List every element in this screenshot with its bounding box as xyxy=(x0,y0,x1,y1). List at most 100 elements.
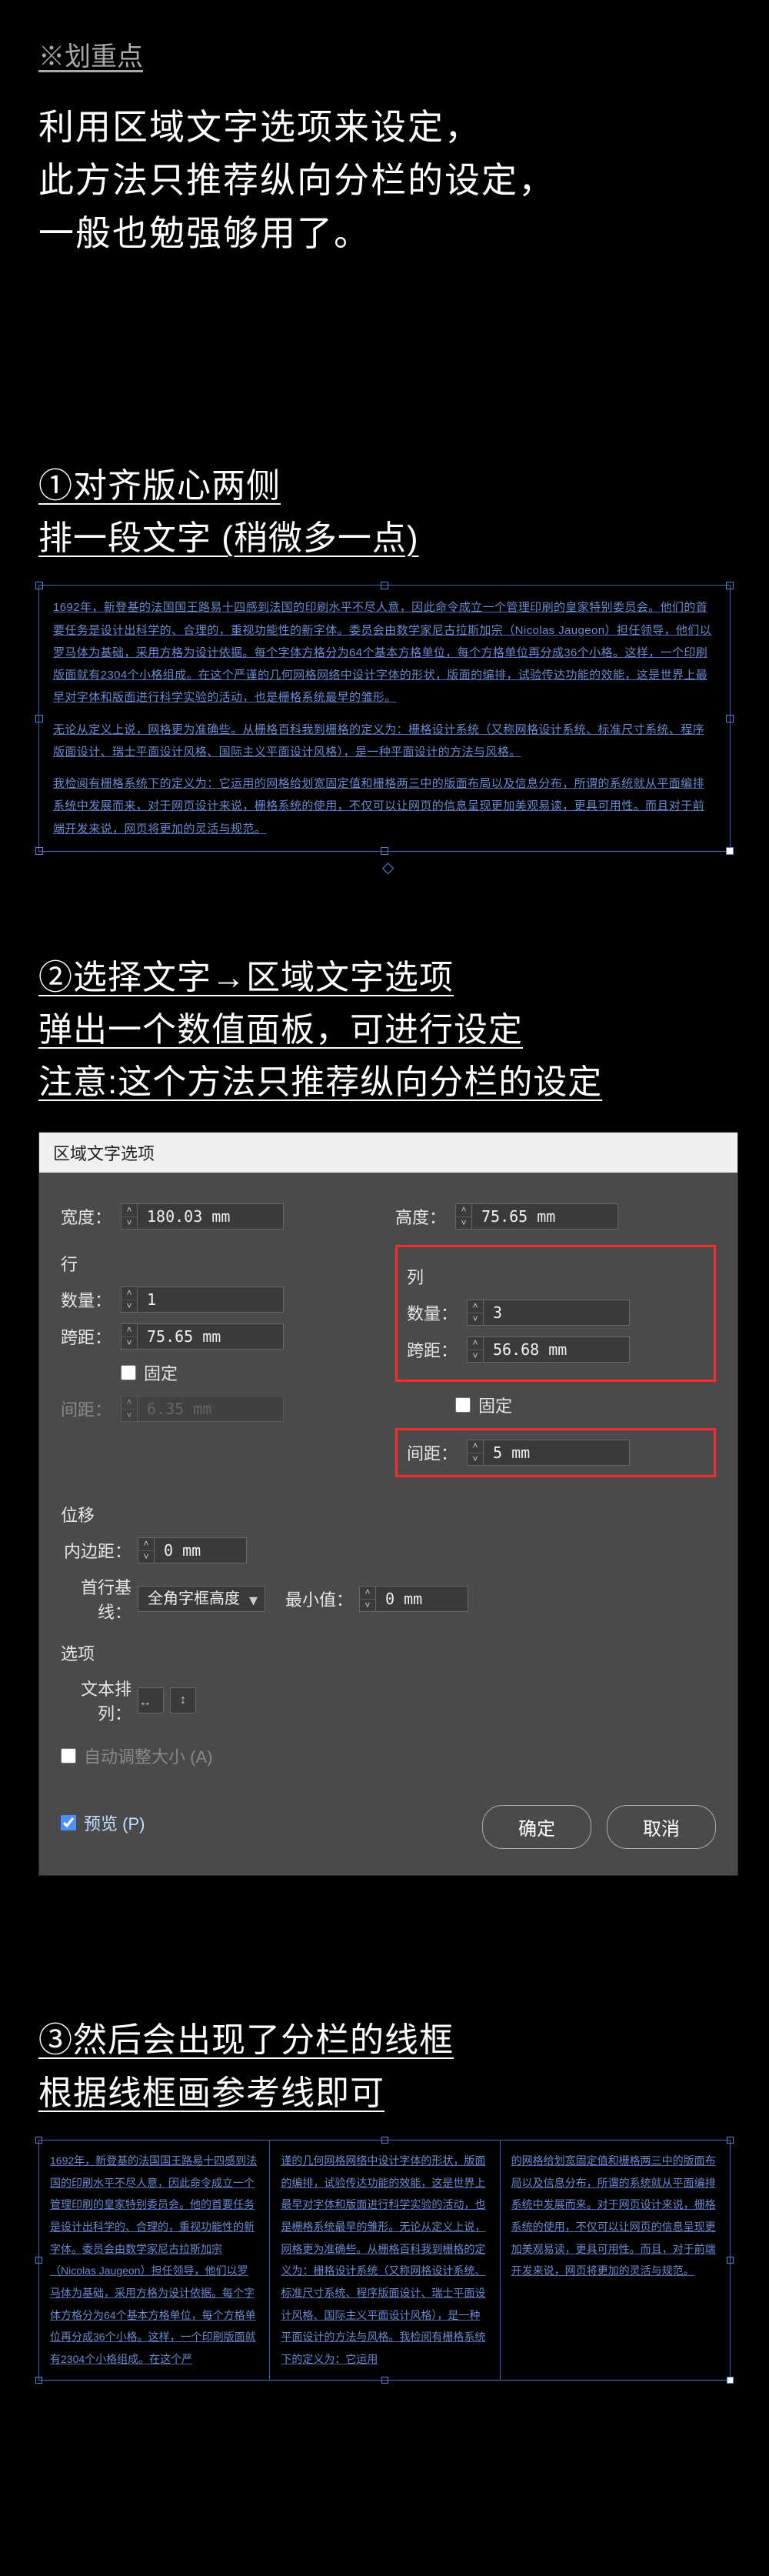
baseline-label: 首行基线： xyxy=(61,1574,138,1623)
spin-down-icon[interactable]: ˅ xyxy=(122,1300,137,1313)
sample-text-frame[interactable]: 1692年，新登基的法国国王路易十四感到法国的印刷水平不尽人意，因此命令成立一个… xyxy=(38,585,731,852)
area-type-options-dialog: 区域文字选项 宽度： ˄˅ 高度： ˄˅ xyxy=(38,1132,738,1876)
column-text: 谨的几何网格网络中设计字体的形状，版面的编排，试验传达功能的效能，这是世界上最早… xyxy=(269,2141,499,2380)
resize-handle[interactable] xyxy=(726,582,734,589)
spin-up-icon[interactable]: ˄ xyxy=(122,1324,137,1337)
row-span-input[interactable] xyxy=(138,1323,284,1350)
resize-handle[interactable] xyxy=(35,715,43,722)
spin-up-icon[interactable]: ˄ xyxy=(468,1440,483,1453)
inset-input[interactable] xyxy=(155,1537,247,1563)
checkbox-icon[interactable] xyxy=(455,1397,471,1413)
height-input[interactable] xyxy=(472,1203,618,1230)
spin-down-icon[interactable]: ˅ xyxy=(122,1337,137,1350)
resize-handle[interactable] xyxy=(35,2377,42,2384)
width-label: 宽度： xyxy=(61,1204,121,1229)
col-span-stepper[interactable]: ˄˅ xyxy=(467,1336,630,1363)
col-gap-label: 间距： xyxy=(407,1440,467,1465)
resize-handle[interactable] xyxy=(35,2137,42,2144)
text-flow-vertical-icon[interactable]: ↕ xyxy=(170,1687,196,1713)
spin-down-icon[interactable]: ˅ xyxy=(138,1551,154,1563)
dialog-title: 区域文字选项 xyxy=(39,1133,737,1173)
preview-label: 预览 (P) xyxy=(84,1810,145,1835)
spin-up-icon[interactable]: ˄ xyxy=(468,1300,483,1313)
text-flow-horizontal-icon[interactable]: ↔ㅤ xyxy=(138,1687,164,1713)
spin-up-icon[interactable]: ˄ xyxy=(468,1337,483,1350)
checkbox-icon[interactable] xyxy=(121,1365,136,1380)
spin-down-icon[interactable]: ˅ xyxy=(360,1600,375,1612)
resize-handle[interactable] xyxy=(727,2377,734,2384)
resize-handle[interactable] xyxy=(727,2137,734,2144)
width-input[interactable] xyxy=(138,1203,284,1230)
spin-down-icon[interactable]: ˅ xyxy=(468,1453,483,1466)
col-section-label: 列 xyxy=(407,1264,704,1289)
column-text: 的网格给划宽固定值和栅格两三中的版面布局以及信息分布，所谓的系统就从平面编排系统… xyxy=(500,2141,730,2380)
flow-label: 文本排列： xyxy=(61,1676,138,1725)
col-count-label: 数量： xyxy=(407,1300,467,1325)
sample-paragraph: 1692年，新登基的法国国王路易十四感到法国的印刷水平不尽人意，因此命令成立一个… xyxy=(53,596,716,709)
spin-down-icon: ˅ xyxy=(122,1410,137,1422)
row-gap-input xyxy=(138,1396,284,1422)
anchor-icon: ◇ xyxy=(382,858,394,877)
col-gap-stepper[interactable]: ˄˅ xyxy=(467,1440,630,1466)
step3-heading: ③然后会出现了分栏的线框 根据线框画参考线即可 xyxy=(38,2014,731,2119)
fixed-label: 固定 xyxy=(478,1393,512,1417)
row-span-label: 跨距： xyxy=(61,1324,121,1349)
min-stepper[interactable]: ˄˅ xyxy=(359,1586,468,1612)
step2-heading: ②选择文字→区域文字选项 弹出一个数值面板，可进行设定 注意:这个方法只推荐纵向… xyxy=(38,952,731,1109)
spin-up-icon[interactable]: ˄ xyxy=(456,1204,471,1217)
resize-handle[interactable] xyxy=(726,715,734,722)
row-gap-stepper: ˄˅ xyxy=(121,1396,284,1422)
resize-handle[interactable] xyxy=(726,847,734,855)
baseline-select[interactable]: 全角字框高度 xyxy=(138,1586,265,1612)
width-stepper[interactable]: ˄˅ xyxy=(121,1203,284,1230)
resize-handle[interactable] xyxy=(727,2257,734,2264)
three-column-text-frame[interactable]: 1692年，新登基的法国国王路易十四感到法国的印刷水平不尽人意，因此命令成立一个… xyxy=(38,2140,731,2381)
spin-down-icon[interactable]: ˅ xyxy=(456,1217,471,1230)
spin-down-icon[interactable]: ˅ xyxy=(468,1313,483,1326)
key-point-heading: ※划重点 xyxy=(38,35,731,73)
checkbox-icon[interactable] xyxy=(61,1815,76,1830)
row-gap-label: 间距： xyxy=(61,1396,121,1421)
row-count-input[interactable] xyxy=(138,1286,284,1313)
spin-down-icon[interactable]: ˅ xyxy=(468,1350,483,1363)
row-fixed-checkbox[interactable]: 固定 xyxy=(121,1360,178,1385)
col-count-input[interactable] xyxy=(484,1300,630,1326)
sample-paragraph: 我检阅有栅格系统下的定义为：它运用的网格给划宽固定值和栅格两三中的版面布局以及信… xyxy=(53,772,716,840)
preview-checkbox[interactable]: 预览 (P) xyxy=(61,1810,145,1835)
inset-label: 内边距： xyxy=(61,1538,138,1563)
col-gap-input[interactable] xyxy=(484,1440,630,1466)
spin-up-icon[interactable]: ˄ xyxy=(360,1587,375,1600)
step1-heading: ①对齐版心两侧 排一段文字 (稍微多一点) xyxy=(38,460,731,565)
row-count-stepper[interactable]: ˄˅ xyxy=(121,1286,284,1313)
col-span-label: 跨距： xyxy=(407,1337,467,1362)
fixed-label: 固定 xyxy=(144,1360,178,1385)
resize-handle[interactable] xyxy=(381,582,388,589)
col-fixed-checkbox[interactable]: 固定 xyxy=(455,1393,512,1417)
spin-up-icon[interactable]: ˄ xyxy=(138,1538,154,1551)
ok-button[interactable]: 确定 xyxy=(482,1805,591,1849)
col-count-stepper[interactable]: ˄˅ xyxy=(467,1300,630,1326)
spin-up-icon[interactable]: ˄ xyxy=(122,1204,137,1217)
checkbox-icon[interactable] xyxy=(61,1748,76,1763)
row-section-label: 行 xyxy=(61,1251,381,1276)
cancel-button[interactable]: 取消 xyxy=(607,1805,716,1849)
column-text: 1692年，新登基的法国国王路易十四感到法国的印刷水平不尽人意，因此命令成立一个… xyxy=(39,2141,269,2380)
resize-handle[interactable] xyxy=(35,847,43,855)
inset-stepper[interactable]: ˄˅ xyxy=(138,1537,247,1563)
spin-up-icon[interactable]: ˄ xyxy=(122,1287,137,1300)
height-stepper[interactable]: ˄˅ xyxy=(455,1203,618,1230)
spin-down-icon[interactable]: ˅ xyxy=(122,1217,137,1230)
resize-handle[interactable] xyxy=(381,2137,388,2144)
autosize-label: 自动调整大小 (A) xyxy=(84,1743,212,1768)
min-input[interactable] xyxy=(376,1586,468,1612)
sample-paragraph: 无论从定义上说，网格更为准确些。从栅格百科我到栅格的定义为：栅格设计系统（又称网… xyxy=(53,719,716,764)
row-span-stepper[interactable]: ˄˅ xyxy=(121,1323,284,1350)
intro-text: 利用区域文字选项来设定， 此方法只推荐纵向分栏的设定， 一般也勉强够用了。 xyxy=(38,101,731,260)
col-span-input[interactable] xyxy=(484,1336,630,1363)
resize-handle[interactable] xyxy=(381,847,388,855)
autosize-checkbox[interactable]: 自动调整大小 (A) xyxy=(61,1743,212,1768)
resize-handle[interactable] xyxy=(35,582,43,589)
resize-handle[interactable] xyxy=(381,2377,388,2384)
resize-handle[interactable] xyxy=(35,2257,42,2264)
height-label: 高度： xyxy=(395,1204,455,1229)
